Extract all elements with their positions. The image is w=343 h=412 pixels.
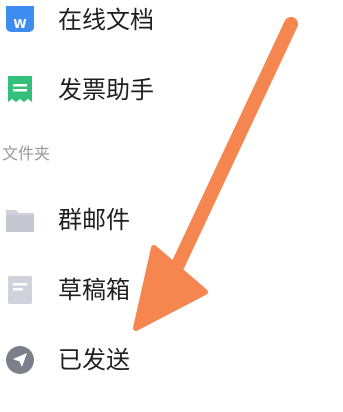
sent-icon bbox=[4, 344, 36, 376]
menu-item-label: 发票助手 bbox=[58, 76, 154, 104]
menu-item-label: 在线文档 bbox=[58, 6, 154, 34]
svg-text:W: W bbox=[13, 17, 26, 31]
folder-icon bbox=[4, 204, 36, 236]
folder-item-label: 群邮件 bbox=[58, 206, 130, 234]
folder-item-group-mail[interactable]: 群邮件 bbox=[0, 190, 343, 246]
menu-item-invoice-assistant[interactable]: 发票助手 bbox=[0, 62, 343, 118]
folder-item-label: 已发送 bbox=[58, 346, 130, 374]
folders-section-header: 文件夹 bbox=[2, 144, 51, 163]
folder-item-drafts[interactable]: 草稿箱 bbox=[0, 260, 343, 316]
online-doc-icon: W bbox=[4, 2, 36, 38]
folder-item-label: 草稿箱 bbox=[58, 276, 130, 304]
folder-item-sent[interactable]: 已发送 bbox=[0, 330, 343, 386]
invoice-icon bbox=[4, 74, 36, 106]
folder-menu-screen: W 在线文档 发票助手 文件夹 群邮件 草稿箱 已发送 bbox=[0, 0, 343, 412]
draft-icon bbox=[4, 274, 36, 306]
menu-item-online-doc[interactable]: W 在线文档 bbox=[0, 0, 343, 56]
